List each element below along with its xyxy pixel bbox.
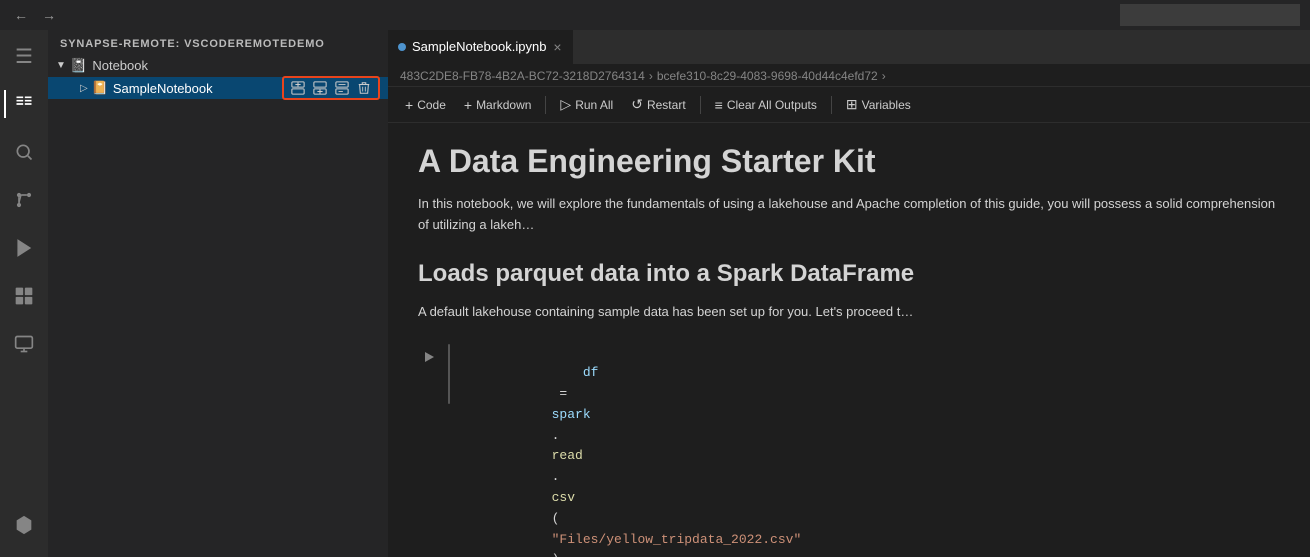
code-str: "Files/yellow_tripdata_2022.csv"	[552, 532, 802, 547]
code-fn-csv: csv	[552, 490, 575, 505]
notebook-intro: In this notebook, we will explore the fu…	[418, 194, 1280, 236]
code-dot2: .	[552, 469, 560, 484]
source-control-icon[interactable]	[4, 180, 44, 220]
add-markdown-btn[interactable]: + Markdown	[457, 94, 539, 116]
variables-btn[interactable]: ⊞ Variables	[839, 93, 918, 116]
clear-outputs-btn[interactable]	[332, 80, 352, 96]
search-icon[interactable]	[4, 132, 44, 172]
tab-bar: SampleNotebook.ipynb ×	[388, 30, 1310, 65]
command-input[interactable]	[1120, 4, 1300, 26]
code-dot: .	[552, 428, 560, 443]
toolbar-separator3	[831, 96, 832, 114]
restart-btn[interactable]: ↺ Restart	[624, 93, 692, 116]
markdown-label: Markdown	[476, 98, 531, 112]
code-line-1: df = spark . read . csv ( "Files/yellow_…	[458, 342, 1280, 557]
code-op: =	[552, 386, 575, 401]
notebook-file-icon: 📔	[92, 80, 108, 96]
clear-all-outputs-btn[interactable]: ≡ Clear All Outputs	[708, 94, 824, 116]
code-paren2: )	[552, 552, 560, 557]
tab-close-btn[interactable]: ×	[552, 38, 562, 56]
sidebar: SYNAPSE-REMOTE: VSCODEREMOTEDEMO ▼ 📓 Not…	[48, 30, 388, 557]
clear-icon: ≡	[715, 97, 723, 113]
main-layout: ☰	[0, 30, 1310, 557]
cell-run-btn[interactable]	[418, 346, 440, 368]
sidebar-item-samplenotebook[interactable]: ▷ 📔 SampleNotebook	[48, 77, 388, 99]
variables-label: Variables	[862, 98, 911, 112]
collapse-arrow-icon: ▼	[56, 60, 66, 71]
run-all-btn[interactable]: ▷ Run All	[553, 93, 620, 116]
editor-area: SampleNotebook.ipynb × 483C2DE8-FB78-4B2…	[388, 30, 1310, 557]
title-bar: ← →	[0, 0, 1310, 30]
code-cell[interactable]: df = spark . read . csv ( "Files/yellow_…	[458, 342, 1280, 557]
code-label: Code	[417, 98, 446, 112]
restart-icon: ↺	[631, 96, 643, 113]
code-spark: spark	[552, 407, 591, 422]
delete-cell-btn[interactable]	[354, 80, 374, 96]
notebook-content: A Data Engineering Starter Kit In this n…	[388, 123, 1310, 557]
extensions-icon[interactable]	[4, 276, 44, 316]
sidebar-group-notebook[interactable]: ▼ 📓 Notebook	[48, 54, 388, 77]
tab-samplenotebook[interactable]: SampleNotebook.ipynb ×	[388, 30, 574, 64]
notebook-toolbar: + Code + Markdown ▷ Run All ↺ Restart ≡ …	[388, 87, 1310, 123]
plus-icon: +	[405, 97, 413, 113]
item-toolbar	[282, 76, 380, 100]
sidebar-header: SYNAPSE-REMOTE: VSCODEREMOTEDEMO	[48, 30, 388, 54]
sidebar-group-label: Notebook	[92, 58, 148, 73]
menu-icon[interactable]: ☰	[4, 36, 44, 76]
breadcrumb: 483C2DE8-FB78-4B2A-BC72-3218D2764314 › b…	[388, 65, 1310, 87]
synapse-icon[interactable]	[4, 505, 44, 545]
breadcrumb-separator2: ›	[882, 69, 886, 83]
breadcrumb-separator: ›	[649, 69, 653, 83]
clear-all-outputs-label: Clear All Outputs	[727, 98, 817, 112]
forward-button[interactable]: →	[38, 5, 60, 25]
activity-bar: ☰	[0, 30, 48, 557]
tab-dot	[398, 43, 406, 51]
run-debug-icon[interactable]	[4, 228, 44, 268]
notebook-folder-icon: 📓	[70, 57, 87, 74]
variables-icon: ⊞	[846, 96, 858, 113]
run-all-icon: ▷	[560, 96, 571, 113]
toolbar-separator2	[700, 96, 701, 114]
code-cell-wrapper: df = spark . read . csv ( "Files/yellow_…	[418, 342, 1280, 557]
tab-label: SampleNotebook.ipynb	[412, 39, 546, 54]
code-var: df	[583, 365, 599, 380]
sidebar-section: ▼ 📓 Notebook ▷ 📔 SampleNotebook	[48, 54, 388, 557]
explorer-icon[interactable]	[4, 84, 44, 124]
code-paren1: (	[552, 511, 560, 526]
notebook-title: A Data Engineering Starter Kit	[418, 143, 1280, 180]
item-collapse-icon: ▷	[80, 83, 88, 94]
add-code-btn[interactable]: + Code	[398, 94, 453, 116]
add-cell-below-btn[interactable]	[310, 80, 330, 96]
remote-icon[interactable]	[4, 324, 44, 364]
run-all-label: Run All	[575, 98, 613, 112]
add-cell-above-btn[interactable]	[288, 80, 308, 96]
toolbar-separator	[545, 96, 546, 114]
back-button[interactable]: ←	[10, 5, 32, 25]
code-fn-read: read	[552, 448, 583, 463]
notebook-subtitle: Loads parquet data into a Spark DataFram…	[418, 260, 1280, 288]
sidebar-item-label: SampleNotebook	[113, 81, 213, 96]
cell-focus-bar	[448, 344, 450, 404]
restart-label: Restart	[647, 98, 686, 112]
breadcrumb-part1: 483C2DE8-FB78-4B2A-BC72-3218D2764314	[400, 69, 645, 83]
title-bar-navigation: ← →	[10, 5, 60, 25]
breadcrumb-part2: bcefe310-8c29-4083-9698-40d44c4efd72	[657, 69, 878, 83]
notebook-subtitle-desc: A default lakehouse containing sample da…	[418, 302, 1280, 323]
plus-icon-md: +	[464, 97, 472, 113]
